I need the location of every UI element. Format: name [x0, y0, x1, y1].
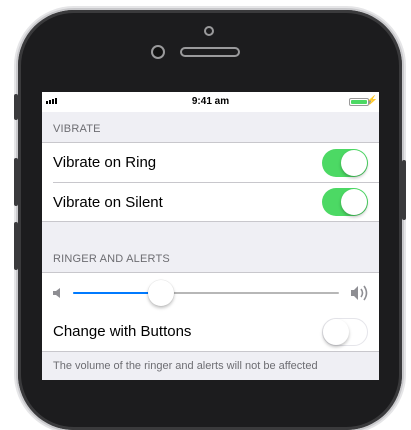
settings-screen: 9:41 am ⚡ VIBRATE Vibrate on Ring Vibrat…	[42, 92, 379, 380]
section-header-ringer: RINGER AND ALERTS	[53, 253, 170, 265]
volume-low-icon	[53, 288, 60, 298]
vibrate-on-ring-row: Vibrate on Ring	[42, 143, 379, 182]
vibrate-on-silent-toggle[interactable]	[322, 188, 368, 216]
volume-up-button	[14, 158, 18, 206]
ringer-volume-slider[interactable]	[42, 273, 379, 312]
earpiece-speaker	[180, 47, 240, 57]
change-with-buttons-row: Change with Buttons	[42, 312, 379, 351]
status-bar: 9:41 am ⚡	[42, 92, 379, 112]
power-button	[402, 160, 406, 220]
vibrate-group: Vibrate on Ring Vibrate on Silent	[42, 142, 379, 222]
vibrate-on-ring-label: Vibrate on Ring	[53, 154, 157, 171]
front-camera	[151, 45, 165, 59]
charging-icon: ⚡	[366, 95, 378, 105]
change-with-buttons-toggle[interactable]	[322, 317, 368, 346]
proximity-sensor	[204, 26, 214, 36]
slider-thumb[interactable]	[147, 280, 174, 306]
ringer-group: Change with Buttons	[42, 272, 379, 352]
volume-high-icon	[351, 285, 368, 301]
ringer-footer-note: The volume of the ringer and alerts will…	[53, 360, 318, 372]
vibrate-on-ring-toggle[interactable]	[322, 148, 368, 177]
volume-down-button	[14, 222, 18, 270]
mute-switch	[14, 94, 18, 120]
vibrate-on-silent-row: Vibrate on Silent	[53, 182, 379, 221]
section-header-vibrate: VIBRATE	[53, 123, 101, 135]
change-with-buttons-label: Change with Buttons	[53, 323, 192, 340]
vibrate-on-silent-label: Vibrate on Silent	[53, 193, 163, 211]
status-time: 9:41 am	[191, 96, 230, 107]
